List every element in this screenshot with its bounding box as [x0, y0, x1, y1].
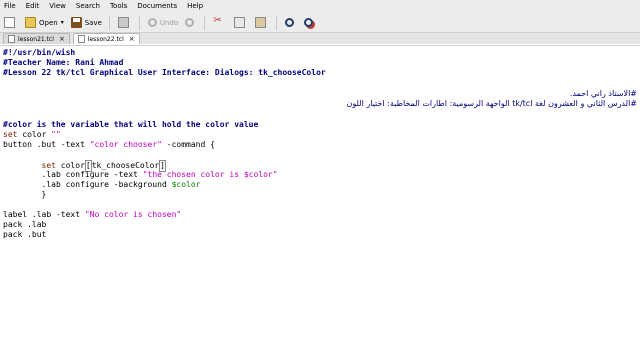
code-line: } — [3, 190, 47, 199]
replace-button[interactable] — [301, 15, 319, 31]
document-icon — [77, 35, 85, 43]
undo-button[interactable]: Undo — [145, 15, 181, 31]
code-line: set color "" — [3, 130, 61, 140]
open-button[interactable]: Open ▾ — [22, 15, 67, 31]
save-label: Save — [84, 18, 102, 27]
toolbar-separator — [276, 15, 278, 30]
code-text: .lab configure -text — [3, 170, 143, 179]
keyword: set — [3, 130, 18, 139]
print-button[interactable] — [115, 15, 135, 31]
toolbar: Open ▾ Save Undo — [0, 13, 640, 33]
code-line: #color is the variable that will hold th… — [3, 120, 259, 129]
close-icon[interactable]: × — [59, 35, 65, 43]
cut-button[interactable] — [210, 15, 230, 31]
string-literal: "" — [51, 130, 61, 139]
open-label: Open — [39, 18, 58, 27]
toolbar-separator — [138, 15, 140, 30]
code-line: #!/usr/bin/wish — [3, 48, 76, 57]
code-line: pack .lab — [3, 220, 47, 229]
redo-button[interactable] — [182, 15, 200, 31]
code-text: label .lab -text — [3, 210, 85, 219]
code-editor[interactable]: #!/usr/bin/wish #Teacher Name: Rani Ahma… — [0, 45, 640, 361]
paste-button[interactable] — [252, 15, 272, 31]
string-literal: "No color is chosen" — [84, 210, 182, 219]
code-line: set color[tk_chooseColor] — [3, 160, 166, 172]
code-text: color — [55, 161, 85, 170]
copy-icon — [234, 17, 246, 28]
redo-icon — [185, 18, 195, 27]
code-line: #Lesson 22 tk/tcl Graphical User Interfa… — [3, 68, 326, 77]
menu-help[interactable]: Help — [187, 0, 203, 13]
find-button[interactable] — [282, 15, 300, 31]
variable: $color — [171, 180, 201, 189]
menu-file[interactable]: File — [4, 0, 16, 13]
code-line: button .but -text "color chooser" -comma… — [3, 140, 215, 150]
chevron-down-icon[interactable]: ▾ — [61, 19, 64, 26]
code-line: #Teacher Name: Rani Ahmad — [3, 58, 124, 67]
toolbar-separator — [204, 15, 206, 30]
document-tabs: lesson21.tcl × lesson22.tcl × — [0, 33, 640, 44]
menu-search[interactable]: Search — [76, 0, 100, 13]
code-text: tk_chooseColor — [91, 161, 160, 170]
menu-tools[interactable]: Tools — [110, 0, 127, 13]
tab-label: lesson21.tcl — [18, 35, 54, 43]
code-line: .lab configure -text "the chosen color i… — [3, 170, 278, 180]
code-text: .lab configure -background — [3, 180, 172, 189]
search-icon — [285, 18, 295, 27]
paste-icon — [255, 17, 267, 28]
close-icon[interactable]: × — [129, 35, 135, 43]
tab-lesson22[interactable]: lesson22.tcl × — [72, 33, 140, 44]
code-text: -command { — [161, 140, 215, 149]
undo-label: Undo — [159, 18, 179, 27]
folder-icon — [25, 17, 36, 28]
code-text: color — [17, 130, 52, 139]
menu-bar: File Edit View Search Tools Documents He… — [0, 0, 640, 13]
new-document-icon — [4, 17, 15, 28]
find-replace-icon — [304, 18, 314, 27]
code-line: label .lab -text "No color is chosen" — [3, 210, 181, 220]
document-icon — [8, 35, 15, 43]
scissors-icon — [213, 15, 224, 28]
print-icon — [117, 17, 129, 28]
code-line: .lab configure -background $color — [3, 180, 201, 190]
save-button[interactable]: Save — [68, 15, 105, 31]
menu-view[interactable]: View — [49, 0, 66, 13]
code-text: button .but -text — [3, 140, 90, 149]
code-line: pack .but — [3, 230, 47, 239]
copy-button[interactable] — [231, 15, 251, 31]
undo-icon — [147, 18, 157, 27]
menu-edit[interactable]: Edit — [26, 0, 40, 13]
tab-label: lesson22.tcl — [87, 35, 124, 43]
menu-documents[interactable]: Documents — [137, 0, 177, 13]
string-literal: "color chooser" — [89, 140, 162, 149]
code-line: #الدرس الثاني و العشرون لغة tk/tcl الواج… — [346, 99, 637, 108]
string-literal: "the chosen color is $color" — [142, 170, 278, 179]
tab-lesson21[interactable]: lesson21.tcl × — [3, 33, 70, 44]
code-line: #الاستاذ راني احمد. — [569, 89, 637, 98]
new-button[interactable] — [1, 15, 21, 31]
keyword: set — [3, 161, 56, 170]
save-icon — [70, 17, 82, 28]
toolbar-separator — [108, 15, 110, 30]
